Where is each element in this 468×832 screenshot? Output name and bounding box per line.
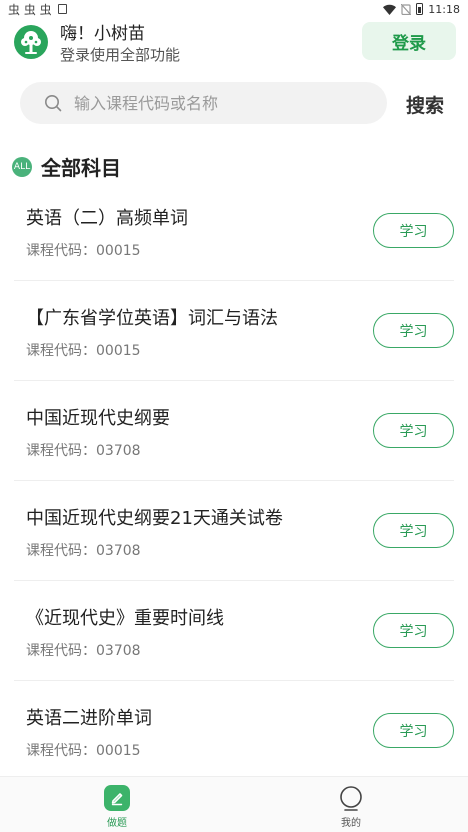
course-name: 中国近现代史纲要21天通关试卷 [26,508,283,529]
tab-practice-icon-wrap [104,785,130,811]
study-button[interactable]: 学习 [373,613,454,648]
login-hint[interactable]: 登录使用全部功能 [60,44,180,65]
study-button[interactable]: 学习 [373,413,454,448]
study-button[interactable]: 学习 [373,513,454,548]
tree-logo-icon [21,31,41,54]
app-notification-icon [57,4,67,14]
search-icon [45,95,62,112]
course-name: 《近现代史》重要时间线 [26,608,224,629]
list-item[interactable]: 英语二进阶单词 课程代码：00015 学习 [14,681,454,781]
list-item[interactable]: 《近现代史》重要时间线 课程代码：03708 学习 [14,581,454,681]
greeting: 嗨！小树苗 [60,24,145,44]
wifi-icon [383,4,397,15]
avatar[interactable] [14,25,48,59]
section-header: ALL 全部科目 [12,152,121,181]
header: 嗨！小树苗 登录使用全部功能 登录 [0,18,468,70]
course-code: 课程代码：03708 [26,443,141,459]
tab-mine-icon-wrap [338,785,364,811]
course-name: 英语（二）高频单词 [26,208,188,229]
section-title: 全部科目 [41,156,121,180]
course-code: 课程代码：00015 [26,343,141,359]
course-name: 中国近现代史纲要 [26,408,170,429]
status-left: 虫 虫 虫 [8,1,67,18]
course-code: 课程代码：00015 [26,243,141,259]
tab-practice-label: 做题 [107,818,127,829]
course-name: 【广东省学位英语】词汇与语法 [26,308,278,329]
study-button[interactable]: 学习 [373,313,454,348]
search-input[interactable] [74,93,334,113]
course-name: 英语二进阶单词 [26,708,152,729]
list-item[interactable]: 【广东省学位英语】词汇与语法 课程代码：00015 学习 [14,281,454,381]
status-right: 11:18 [383,3,460,16]
course-code: 课程代码：00015 [26,743,141,759]
study-button[interactable]: 学习 [373,713,454,748]
login-button[interactable]: 登录 [362,22,456,60]
list-item[interactable]: 中国近现代史纲要 课程代码：03708 学习 [14,381,454,481]
study-button[interactable]: 学习 [373,213,454,248]
course-code: 课程代码：03708 [26,543,141,559]
battery-icon [416,3,424,15]
status-time: 11:18 [428,2,460,16]
all-subjects-icon: ALL [12,156,32,177]
tab-mine[interactable]: 我的 [311,777,391,832]
course-code: 课程代码：03708 [26,643,141,659]
tab-practice[interactable]: 做题 [77,777,157,832]
user-icon [340,786,362,811]
tab-mine-label: 我的 [341,818,361,829]
status-bar: 虫 虫 虫 11:18 [0,0,468,18]
notification-icons: 虫 虫 虫 [8,2,52,17]
list-item[interactable]: 英语（二）高频单词 课程代码：00015 学习 [14,181,454,281]
search-button[interactable]: 搜索 [406,91,444,118]
no-sim-icon [401,3,412,15]
bottom-tab-bar: 做题 我的 [0,776,468,832]
list-item[interactable]: 中国近现代史纲要21天通关试卷 课程代码：03708 学习 [14,481,454,581]
pencil-icon [104,785,130,811]
course-list: 英语（二）高频单词 课程代码：00015 学习 【广东省学位英语】词汇与语法 课… [0,181,468,781]
search-bar[interactable] [20,82,387,124]
